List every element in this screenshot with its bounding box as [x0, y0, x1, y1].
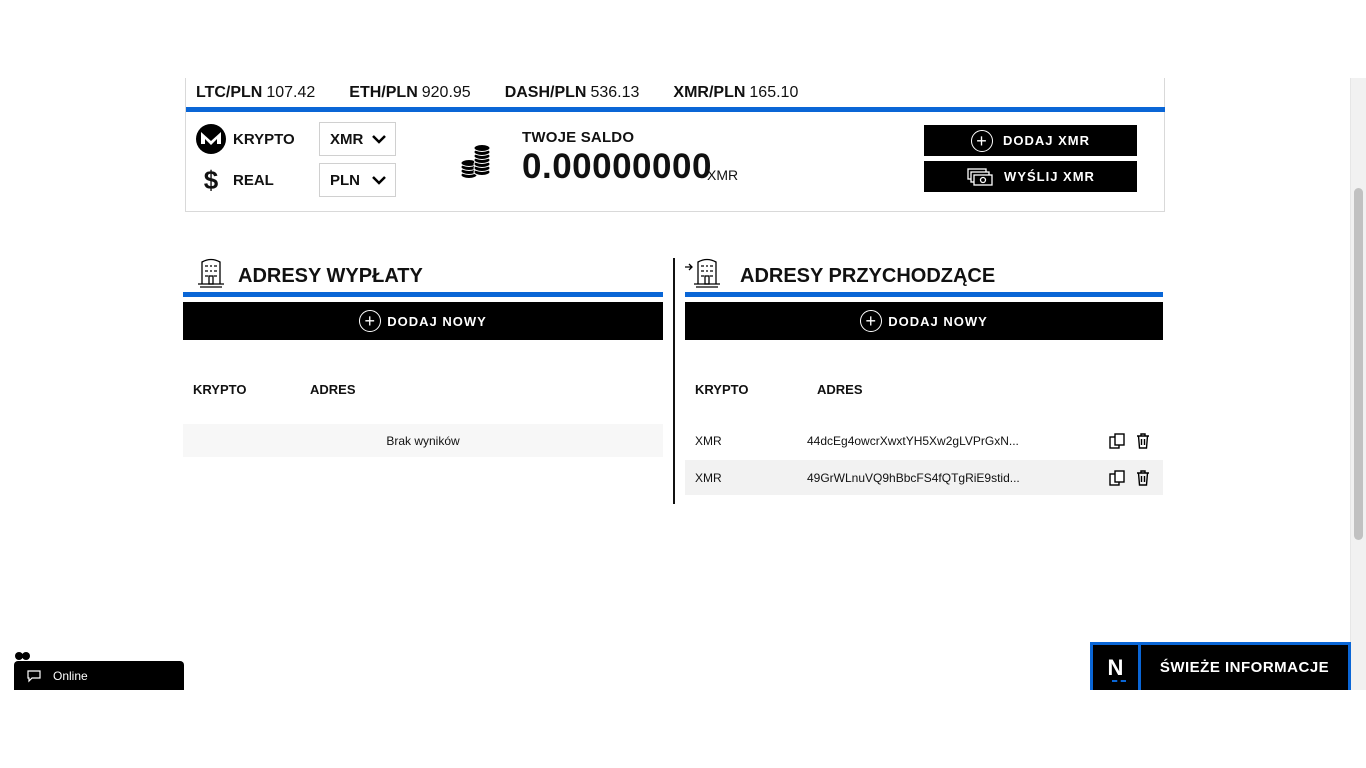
trash-icon[interactable]: [1133, 468, 1153, 488]
empty-message: Brak wyników: [386, 433, 460, 448]
chat-widget-button[interactable]: Online: [14, 661, 184, 690]
add-xmr-label: DODAJ XMR: [1002, 133, 1090, 148]
balance-unit: XMR: [707, 167, 739, 183]
copy-icon[interactable]: [1107, 431, 1127, 451]
news-widget-button[interactable]: N ŚWIEŻE INFORMACJE: [1090, 642, 1351, 690]
real-select-value: PLN: [330, 171, 360, 189]
send-xmr-button[interactable]: WYŚLIJ XMR: [924, 161, 1137, 192]
chevron-down-icon: [372, 131, 386, 148]
withdraw-empty-row: Brak wyników: [183, 424, 663, 457]
scrollbar-thumb[interactable]: [1354, 188, 1363, 540]
add-withdraw-address-button[interactable]: + DODAJ NOWY: [183, 302, 663, 340]
ticker-item-eth: ETH/PLN 920.95: [349, 84, 471, 101]
withdraw-header-crypto: KRYPTO: [193, 382, 247, 397]
add-new-label: DODAJ NOWY: [387, 313, 487, 329]
chat-logo-icon: [14, 648, 34, 660]
chat-bubble-icon: [26, 669, 42, 683]
incoming-divider: [685, 292, 1163, 297]
real-label: REAL: [233, 171, 274, 189]
crypto-select[interactable]: XMR: [319, 122, 396, 156]
ticker-item-xmr: XMR/PLN 165.10: [673, 84, 799, 101]
add-new-label: DODAJ NOWY: [888, 313, 988, 329]
table-row: XMR 49GrWLnuVQ9hBbcFS4fQTgRiE9stid...: [685, 460, 1163, 495]
crypto-label: KRYPTO: [233, 130, 295, 148]
incoming-building-icon: [684, 256, 724, 288]
plus-circle-icon: +: [860, 310, 883, 332]
section-divider: [673, 258, 675, 504]
trash-icon[interactable]: [1133, 431, 1153, 451]
price-ticker: LTC/PLN 107.42 ETH/PLN 920.95 DASH/PLN 536.…: [196, 84, 798, 104]
chat-status: Online: [53, 668, 88, 683]
ticker-divider: [186, 107, 1165, 112]
ticker-item-ltc: LTC/PLN 107.42: [196, 84, 316, 101]
crypto-select-value: XMR: [330, 130, 364, 148]
row-address: 49GrWLnuVQ9hBbcFS4fQTgRiE9stid...: [807, 470, 1020, 485]
send-xmr-label: WYŚLIJ XMR: [1004, 169, 1095, 184]
row-crypto: XMR: [695, 470, 722, 485]
news-logo-icon: N: [1093, 645, 1141, 690]
dollar-icon: $: [203, 164, 219, 195]
monero-icon: [196, 124, 226, 154]
real-row: $ REAL: [196, 164, 274, 196]
coins-icon: [460, 144, 492, 180]
withdraw-title: ADRESY WYPŁATY: [238, 265, 423, 287]
row-address: 44dcEg4owcrXwxtYH5Xw2gLVPrGxN...: [807, 433, 1019, 448]
add-xmr-button[interactable]: + DODAJ XMR: [924, 125, 1137, 156]
news-label: ŚWIEŻE INFORMACJE: [1159, 659, 1330, 676]
ticker-item-dash: DASH/PLN 536.13: [504, 84, 640, 101]
row-crypto: XMR: [695, 433, 722, 448]
incoming-header-crypto: KRYPTO: [695, 382, 749, 397]
banknotes-icon: [966, 167, 994, 187]
incoming-title: ADRESY PRZYCHODZĄCE: [740, 265, 996, 287]
withdraw-divider: [183, 292, 663, 297]
add-incoming-address-button[interactable]: + DODAJ NOWY: [685, 302, 1163, 340]
table-row: XMR 44dcEg4owcrXwxtYH5Xw2gLVPrGxN...: [685, 423, 1163, 458]
plus-circle-icon: +: [970, 129, 993, 152]
building-icon: [196, 256, 230, 288]
balance-label: TWOJE SALDO: [522, 129, 635, 146]
chevron-down-icon: [372, 172, 386, 189]
page-scrollbar[interactable]: [1350, 78, 1366, 690]
crypto-row: KRYPTO: [196, 123, 295, 155]
real-select[interactable]: PLN: [319, 163, 396, 197]
balance-amount: 0.00000000: [522, 147, 712, 186]
plus-circle-icon: +: [359, 310, 382, 332]
withdraw-header-address: ADRES: [310, 382, 356, 397]
incoming-header-address: ADRES: [817, 382, 863, 397]
copy-icon[interactable]: [1107, 468, 1127, 488]
